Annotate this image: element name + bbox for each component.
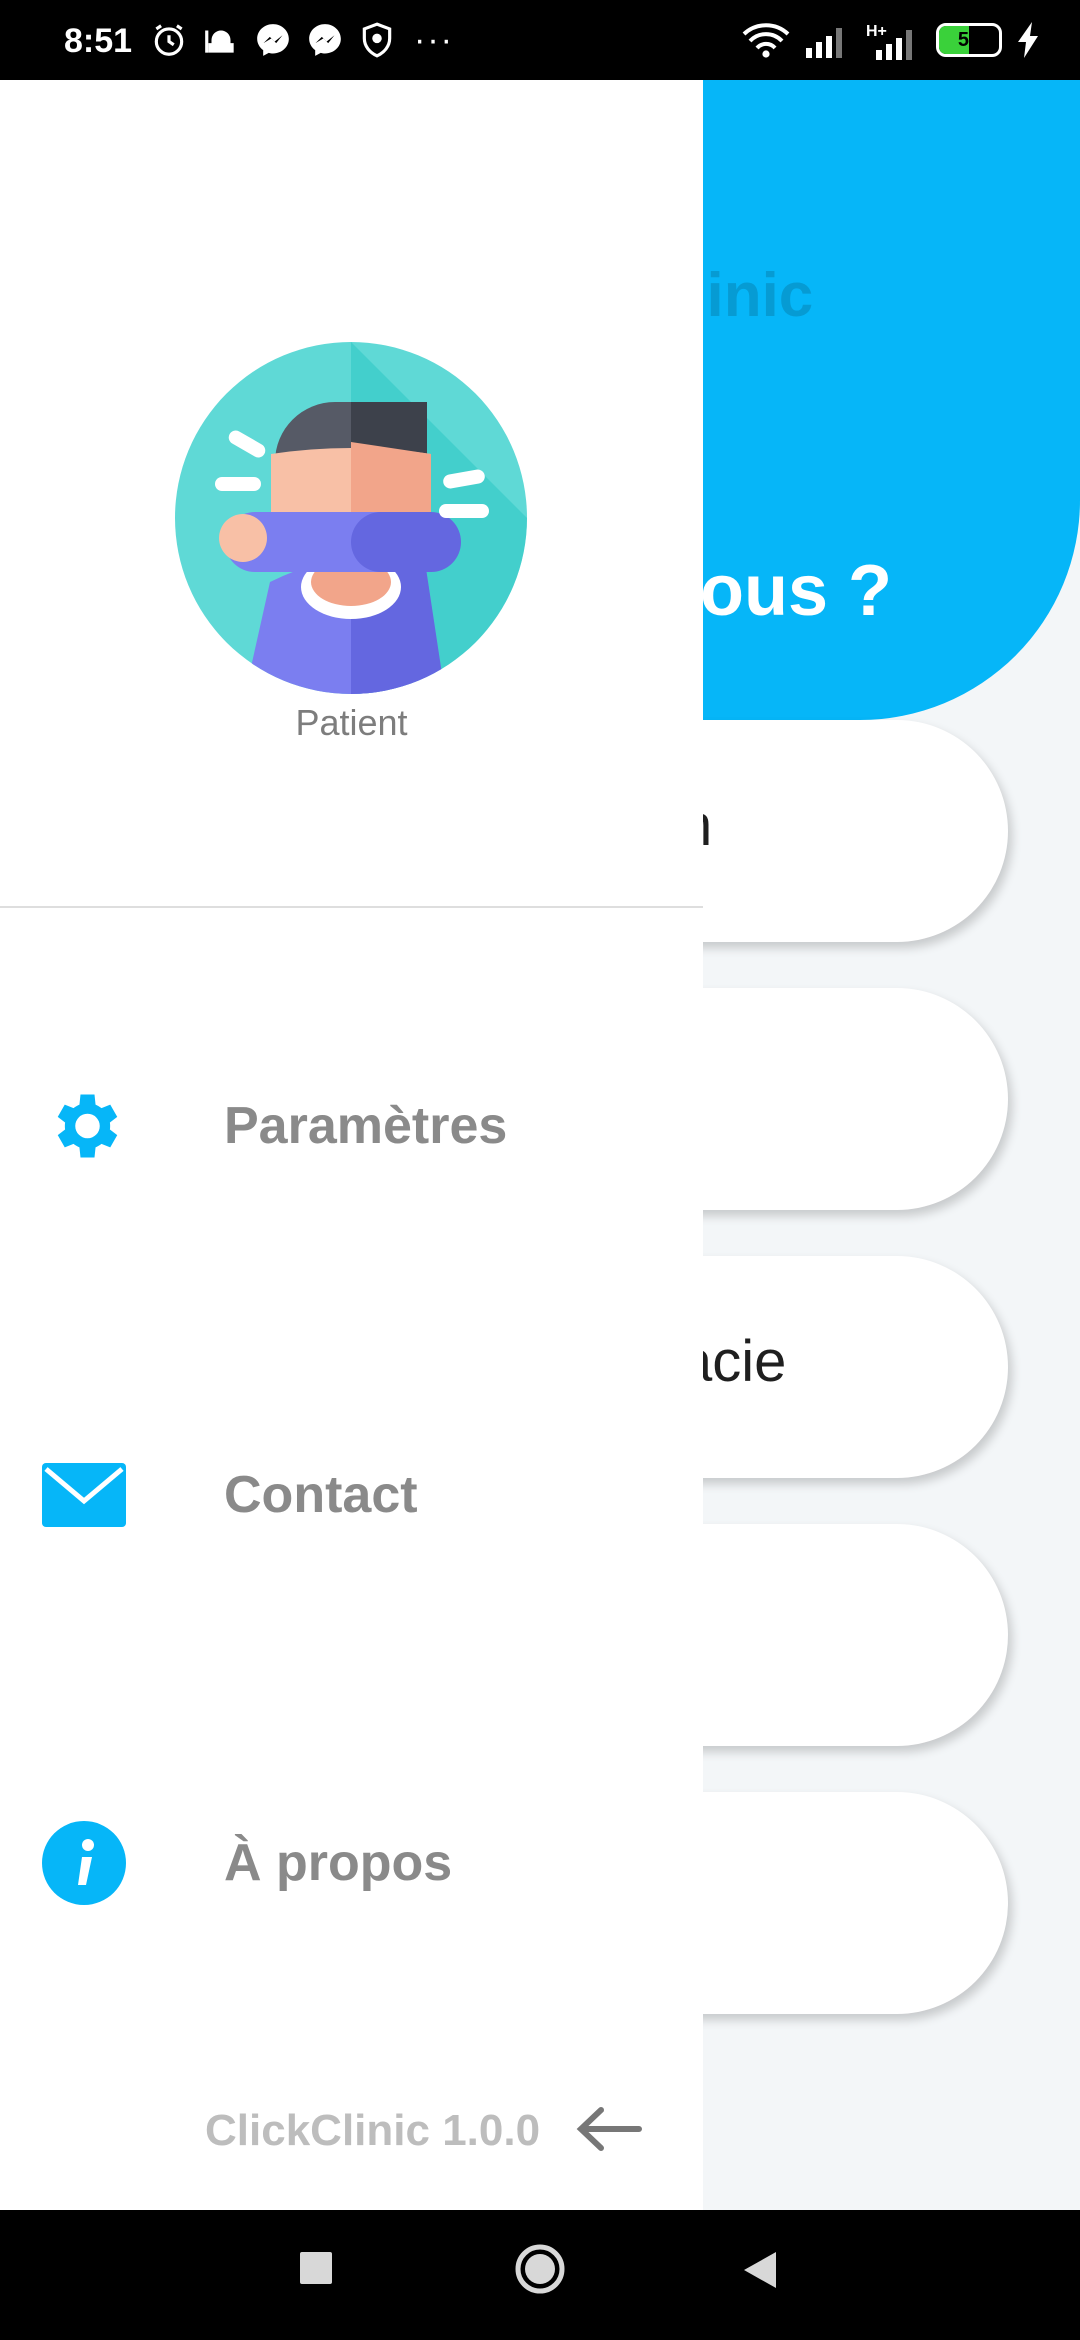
status-bar: 8:51 ··· H+ 50 <box>0 0 1080 80</box>
patient-avatar <box>175 342 527 694</box>
menu-item-a-propos[interactable]: À propos <box>42 1818 452 1908</box>
battery-label: 50 <box>957 29 981 51</box>
mail-icon <box>42 1453 126 1537</box>
notification-icons: ··· <box>150 20 454 60</box>
navigation-drawer: Patient Paramètres Contact À propos Clic… <box>0 80 703 2210</box>
drawer-divider <box>0 906 703 908</box>
signal-icon: H+ <box>866 23 912 60</box>
menu-item-parametres[interactable]: Paramètres <box>42 1081 507 1171</box>
charging-icon <box>1018 22 1038 58</box>
more-icon: ··· <box>414 21 454 59</box>
status-time: 8:51 <box>64 22 133 60</box>
back-button[interactable] <box>742 2250 778 2290</box>
system-icons: H+ 50 <box>742 20 1040 60</box>
back-arrow-icon[interactable] <box>575 2102 643 2156</box>
battery-indicator: 50 <box>936 23 1002 57</box>
menu-item-contact[interactable]: Contact <box>42 1450 418 1540</box>
signal-icon <box>806 28 842 58</box>
wifi-icon <box>742 23 790 58</box>
messenger-icon <box>309 24 341 56</box>
menu-label: À propos <box>224 1834 453 1892</box>
gear-icon <box>42 1084 126 1168</box>
recents-button[interactable] <box>298 2250 334 2286</box>
user-role-label: Patient <box>295 702 408 743</box>
network-type-label: H+ <box>866 23 887 40</box>
home-button[interactable] <box>513 2242 567 2296</box>
system-nav-bar <box>0 2210 1080 2340</box>
messenger-icon <box>257 24 289 56</box>
info-icon <box>42 1821 126 1905</box>
menu-label: Contact <box>224 1466 418 1524</box>
mosque-icon <box>205 30 234 53</box>
alarm-icon <box>154 24 184 56</box>
app-version: ClickClinic 1.0.0 <box>205 2106 541 2155</box>
shield-icon <box>362 22 392 58</box>
menu-label: Paramètres <box>224 1097 508 1155</box>
